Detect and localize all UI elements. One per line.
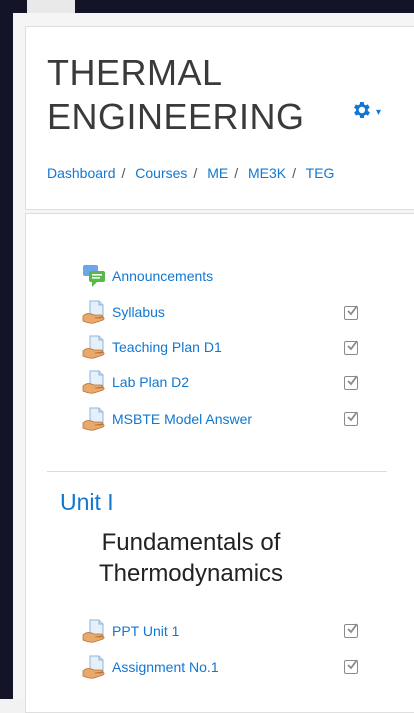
activity-label: Lab Plan D2	[112, 374, 190, 390]
activity-label: PPT Unit 1	[112, 623, 180, 639]
completion-checkbox[interactable]	[344, 623, 358, 638]
file-icon	[82, 370, 106, 394]
activity-announcements[interactable]: Announcements	[82, 264, 213, 288]
breadcrumb-dashboard[interactable]: Dashboard	[47, 165, 116, 181]
breadcrumb-me3k[interactable]: ME3K	[248, 165, 286, 181]
settings-menu-button[interactable]: ▾	[350, 99, 390, 125]
completion-checkbox[interactable]	[344, 659, 358, 674]
section-summary: Fundamentals of Thermodynamics	[98, 529, 284, 587]
chevron-down-icon: ▾	[376, 106, 382, 118]
section-title-unit-1[interactable]: Unit I	[60, 489, 114, 516]
activity-label: Teaching Plan D1	[112, 339, 222, 355]
activity-syllabus[interactable]: Syllabus	[82, 300, 165, 324]
file-icon	[82, 407, 106, 431]
breadcrumb-me[interactable]: ME	[207, 165, 228, 181]
activity-msbte-model-answer[interactable]: MSBTE Model Answer	[82, 407, 252, 431]
page: THERMAL ENGINEERING ▾ Dashboard / Courses…	[13, 13, 414, 713]
course-content: Announcements Syllabus Teaching Plan D1 …	[25, 213, 414, 713]
file-icon	[82, 335, 106, 359]
file-icon	[82, 619, 106, 643]
breadcrumb-teg[interactable]: TEG	[306, 165, 335, 181]
activity-label: MSBTE Model Answer	[112, 411, 253, 427]
file-icon	[82, 300, 106, 324]
activity-assignment-no-1[interactable]: Assignment No.1	[82, 655, 219, 679]
window-frame-left	[0, 0, 13, 699]
activity-lab-plan-d2[interactable]: Lab Plan D2	[82, 370, 189, 394]
completion-checkbox[interactable]	[344, 305, 358, 320]
completion-checkbox[interactable]	[344, 375, 358, 390]
breadcrumb-courses[interactable]: Courses	[135, 165, 187, 181]
course-header: THERMAL ENGINEERING ▾ Dashboard / Courses…	[25, 26, 414, 210]
activity-label: Announcements	[112, 268, 214, 284]
activity-ppt-unit-1[interactable]: PPT Unit 1	[82, 619, 179, 643]
completion-checkbox[interactable]	[344, 411, 358, 426]
page-title: THERMAL ENGINEERING	[47, 52, 305, 137]
activity-teaching-plan-d1[interactable]: Teaching Plan D1	[82, 335, 222, 359]
file-icon	[82, 655, 106, 679]
section-divider	[47, 471, 387, 472]
activity-label: Syllabus	[112, 304, 165, 320]
activity-label: Assignment No.1	[112, 659, 219, 675]
forum-icon	[82, 264, 106, 288]
gear-icon	[350, 99, 372, 126]
breadcrumb: Dashboard / Courses / ME / ME3K / TEG	[47, 165, 335, 181]
completion-checkbox[interactable]	[344, 340, 358, 355]
